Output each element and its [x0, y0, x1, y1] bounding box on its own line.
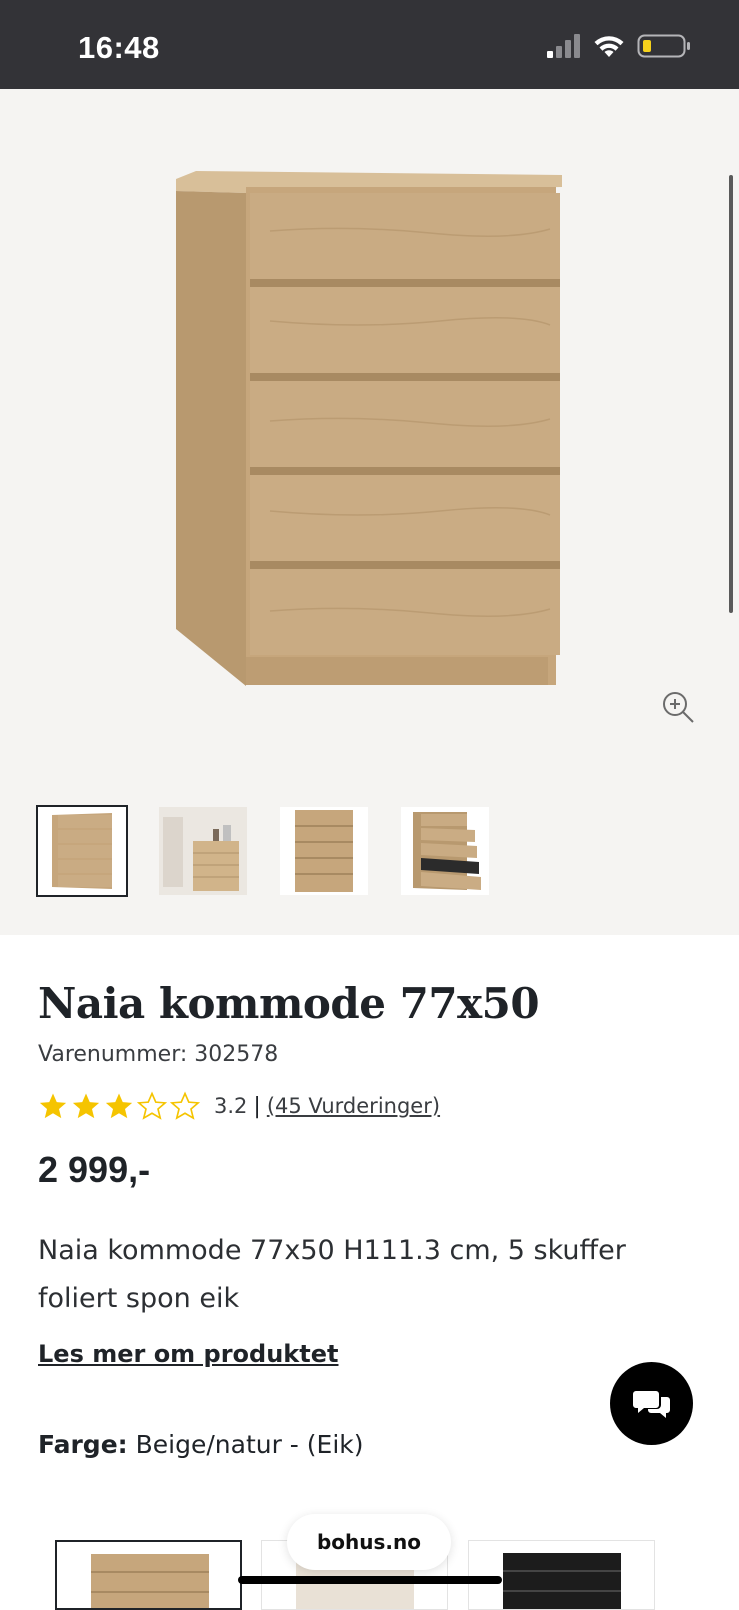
rating-stars	[38, 1091, 200, 1121]
product-gallery	[0, 89, 739, 935]
product-title: Naia kommode 77x50	[38, 979, 540, 1028]
star-filled-icon	[105, 1093, 133, 1119]
status-time: 16:48	[78, 30, 160, 65]
product-rating: 3.2 | (45 Vurderinger)	[38, 1089, 698, 1123]
zoom-in-icon[interactable]	[660, 689, 696, 725]
read-more-link[interactable]: Les mer om produktet	[38, 1340, 339, 1368]
thumbnail-4[interactable]	[401, 807, 489, 895]
gallery-scrollbar[interactable]	[729, 175, 733, 613]
thumbnail-3[interactable]	[280, 807, 368, 895]
rating-separator: |	[253, 1093, 261, 1119]
thumbnail-2-image	[159, 807, 247, 895]
chat-bubbles-icon	[632, 1390, 670, 1418]
thumbnail-3-image	[295, 810, 353, 892]
star-filled-icon	[39, 1093, 67, 1119]
home-indicator[interactable]	[238, 1576, 502, 1584]
battery-icon	[637, 34, 690, 58]
product-description: Naia kommode 77x50 H111.3 cm, 5 skuffer …	[38, 1235, 626, 1314]
thumbnail-1-image	[52, 813, 112, 889]
star-empty-icon	[137, 1091, 167, 1120]
thumbnail-2[interactable]	[159, 807, 247, 895]
status-icons	[545, 33, 691, 59]
color-selection: Farge: Beige/natur - (Eik)	[38, 1430, 364, 1459]
status-bar: 16:48	[0, 0, 739, 89]
product-main-image[interactable]	[170, 171, 570, 701]
thumbnail-strip	[36, 805, 489, 897]
chat-button[interactable]	[610, 1362, 693, 1445]
thumbnail-4-image	[413, 812, 481, 890]
product-price: 2 999,-	[38, 1149, 151, 1190]
star-empty-icon	[170, 1091, 200, 1120]
thumbnail-1[interactable]	[36, 805, 128, 897]
product-info: Naia kommode 77x50 Varenummer: 302578 3.…	[38, 935, 698, 1459]
browser-url-pill[interactable]: bohus.no	[287, 1514, 451, 1570]
product-sku: Varenummer: 302578	[38, 1042, 279, 1067]
star-filled-icon	[72, 1093, 100, 1119]
color-label: Farge:	[38, 1430, 128, 1459]
reviews-link[interactable]: (45 Vurderinger)	[267, 1094, 440, 1118]
wifi-icon	[594, 36, 624, 57]
color-value: Beige/natur - (Eik)	[135, 1430, 364, 1459]
rating-value: 3.2	[214, 1094, 248, 1118]
cellular-signal-icon	[547, 34, 580, 58]
